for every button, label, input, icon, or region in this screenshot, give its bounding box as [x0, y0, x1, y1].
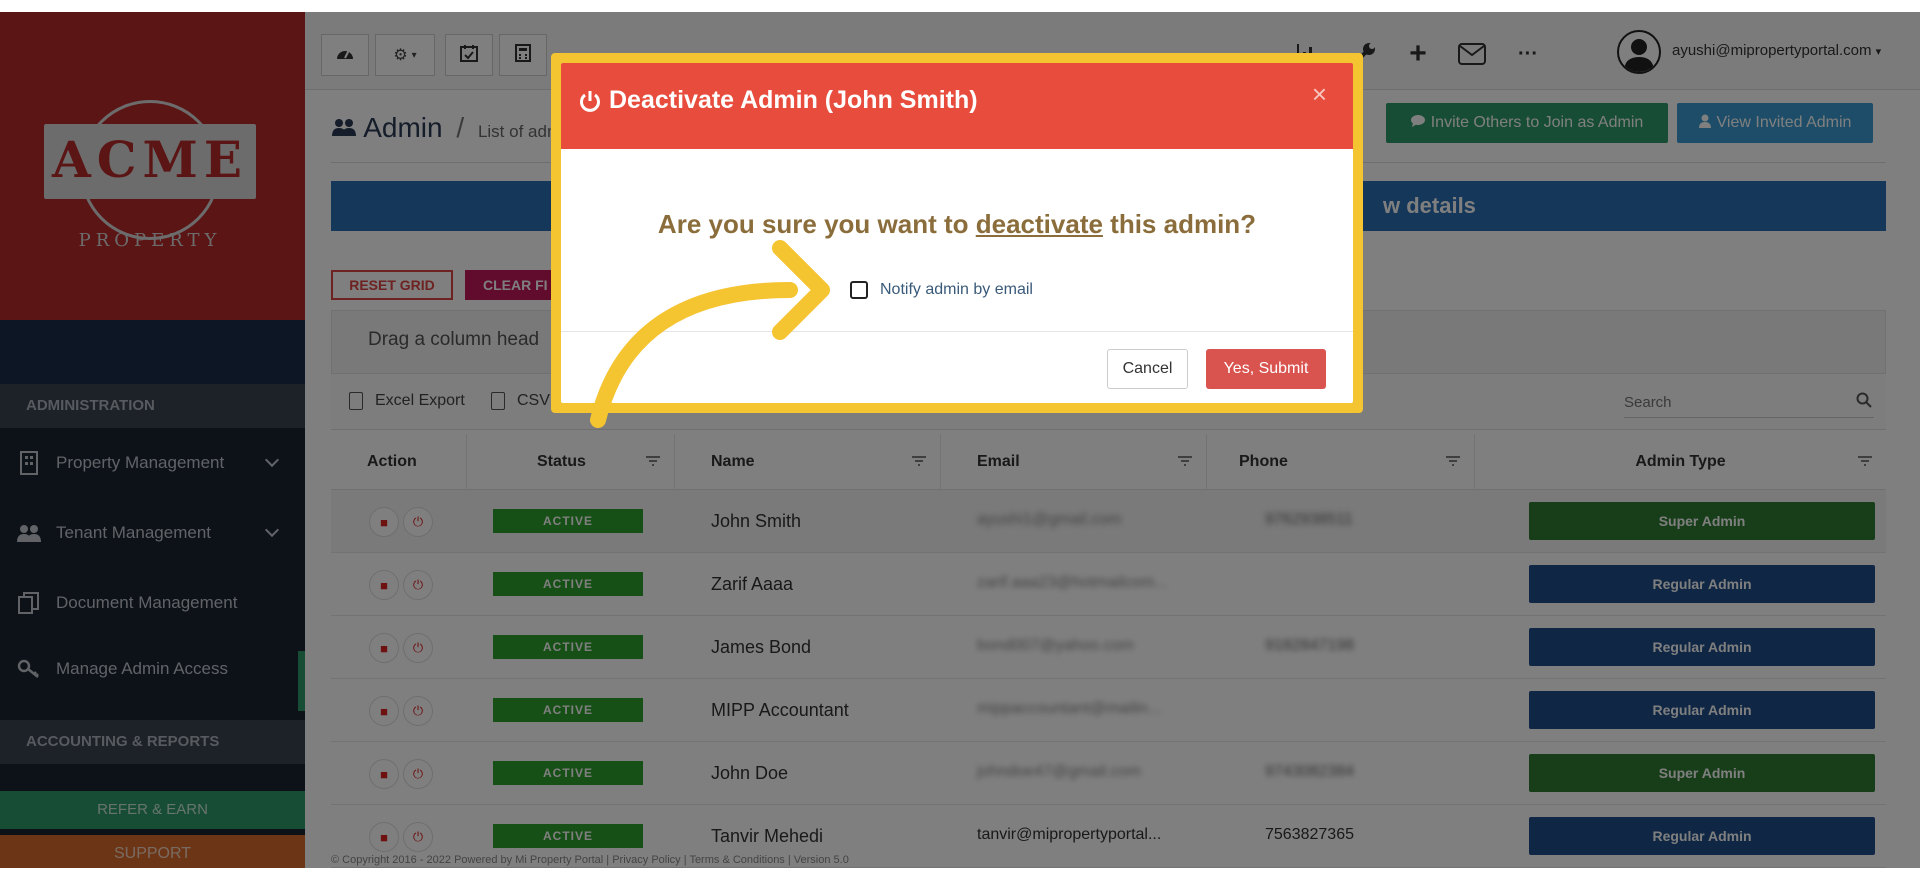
question-keyword: deactivate: [975, 209, 1103, 239]
notify-option[interactable]: Notify admin by email: [850, 281, 1033, 299]
tutorial-arrow: [590, 240, 830, 428]
modal-header: Deactivate Admin (John Smith) ×: [561, 63, 1353, 149]
notify-label[interactable]: Notify admin by email: [880, 281, 1033, 299]
submit-button[interactable]: Yes, Submit: [1206, 349, 1326, 389]
power-icon: [579, 89, 601, 113]
modal-title: Deactivate Admin (John Smith): [579, 86, 978, 115]
question-suffix: this admin?: [1102, 209, 1257, 239]
modal-title-text: Deactivate Admin (John Smith): [609, 86, 978, 114]
cancel-button[interactable]: Cancel: [1107, 349, 1188, 389]
close-icon[interactable]: ×: [1312, 79, 1327, 110]
